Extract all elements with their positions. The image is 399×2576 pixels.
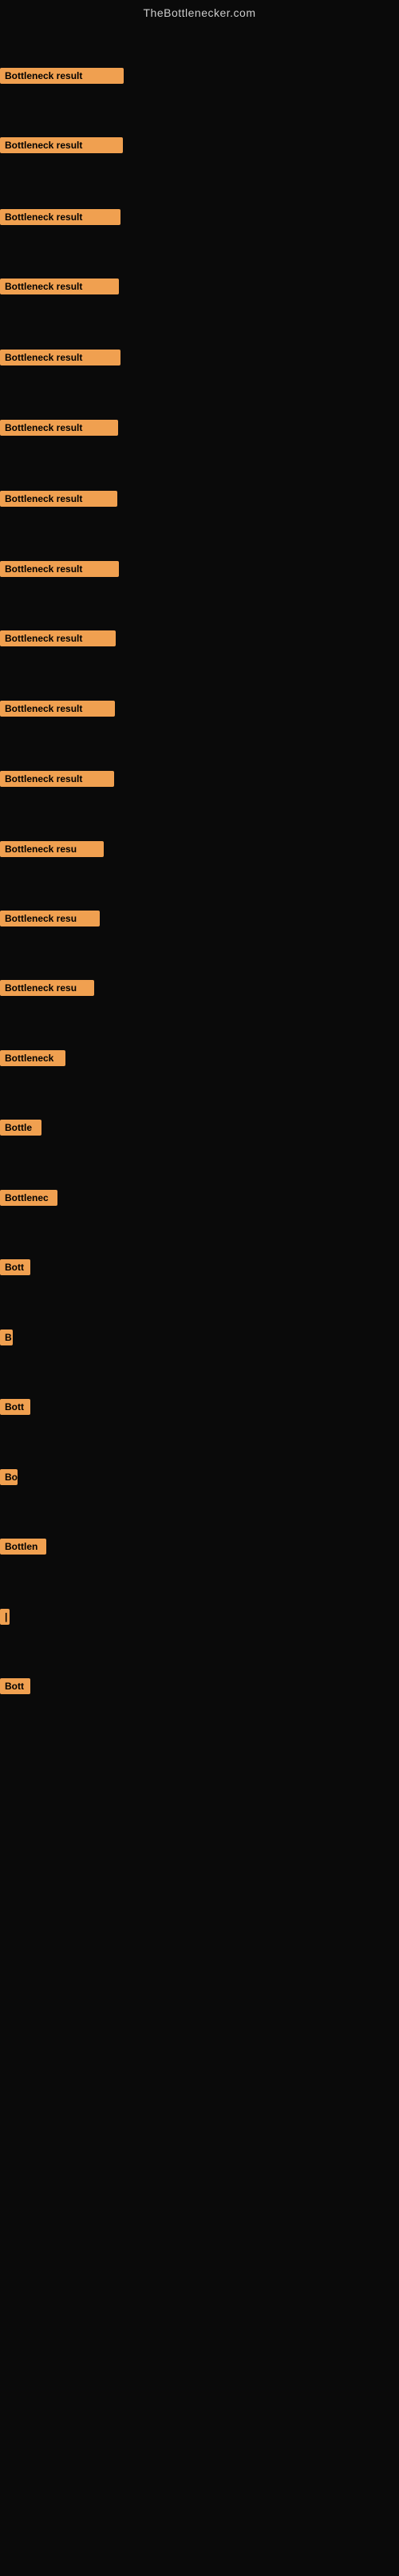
bottleneck-label-11[interactable]: Bottleneck result bbox=[0, 771, 114, 787]
result-row-24: Bott bbox=[0, 1678, 30, 1698]
result-row-13: Bottleneck resu bbox=[0, 911, 100, 930]
bottleneck-label-17[interactable]: Bottlenec bbox=[0, 1190, 57, 1206]
result-row-6: Bottleneck result bbox=[0, 420, 118, 440]
bottleneck-label-23[interactable]: | bbox=[0, 1609, 10, 1625]
result-row-14: Bottleneck resu bbox=[0, 980, 94, 1000]
bottleneck-label-16[interactable]: Bottle bbox=[0, 1120, 41, 1136]
bottleneck-label-8[interactable]: Bottleneck result bbox=[0, 561, 119, 577]
bottleneck-label-12[interactable]: Bottleneck resu bbox=[0, 841, 104, 857]
result-row-16: Bottle bbox=[0, 1120, 41, 1140]
bottleneck-label-21[interactable]: Bo bbox=[0, 1469, 18, 1485]
result-row-15: Bottleneck bbox=[0, 1050, 65, 1070]
result-row-19: B bbox=[0, 1329, 13, 1349]
result-row-7: Bottleneck result bbox=[0, 491, 117, 511]
bottleneck-label-20[interactable]: Bott bbox=[0, 1399, 30, 1415]
bottleneck-label-4[interactable]: Bottleneck result bbox=[0, 279, 119, 294]
bottleneck-label-13[interactable]: Bottleneck resu bbox=[0, 911, 100, 926]
bottleneck-label-24[interactable]: Bott bbox=[0, 1678, 30, 1694]
result-row-4: Bottleneck result bbox=[0, 279, 119, 298]
bottleneck-label-18[interactable]: Bott bbox=[0, 1259, 30, 1275]
result-row-1: Bottleneck result bbox=[0, 68, 124, 88]
result-row-18: Bott bbox=[0, 1259, 30, 1279]
site-title: TheBottlenecker.com bbox=[0, 0, 399, 22]
bottleneck-label-14[interactable]: Bottleneck resu bbox=[0, 980, 94, 996]
bottleneck-label-9[interactable]: Bottleneck result bbox=[0, 630, 116, 646]
result-row-12: Bottleneck resu bbox=[0, 841, 104, 861]
bottleneck-label-5[interactable]: Bottleneck result bbox=[0, 350, 120, 365]
result-row-20: Bott bbox=[0, 1399, 30, 1419]
result-row-5: Bottleneck result bbox=[0, 350, 120, 369]
bottleneck-label-7[interactable]: Bottleneck result bbox=[0, 491, 117, 507]
bottleneck-label-6[interactable]: Bottleneck result bbox=[0, 420, 118, 436]
result-row-22: Bottlen bbox=[0, 1539, 46, 1559]
result-row-21: Bo bbox=[0, 1469, 18, 1489]
bottleneck-label-22[interactable]: Bottlen bbox=[0, 1539, 46, 1555]
result-row-9: Bottleneck result bbox=[0, 630, 116, 650]
result-row-8: Bottleneck result bbox=[0, 561, 119, 581]
result-row-10: Bottleneck result bbox=[0, 701, 115, 721]
bottleneck-label-15[interactable]: Bottleneck bbox=[0, 1050, 65, 1066]
bottleneck-label-10[interactable]: Bottleneck result bbox=[0, 701, 115, 717]
bottleneck-label-1[interactable]: Bottleneck result bbox=[0, 68, 124, 84]
result-row-2: Bottleneck result bbox=[0, 137, 123, 157]
result-row-17: Bottlenec bbox=[0, 1190, 57, 1210]
result-row-11: Bottleneck result bbox=[0, 771, 114, 791]
bottleneck-label-2[interactable]: Bottleneck result bbox=[0, 137, 123, 153]
result-row-23: | bbox=[0, 1609, 10, 1629]
result-row-3: Bottleneck result bbox=[0, 209, 120, 229]
bottleneck-label-19[interactable]: B bbox=[0, 1329, 13, 1345]
bottleneck-label-3[interactable]: Bottleneck result bbox=[0, 209, 120, 225]
